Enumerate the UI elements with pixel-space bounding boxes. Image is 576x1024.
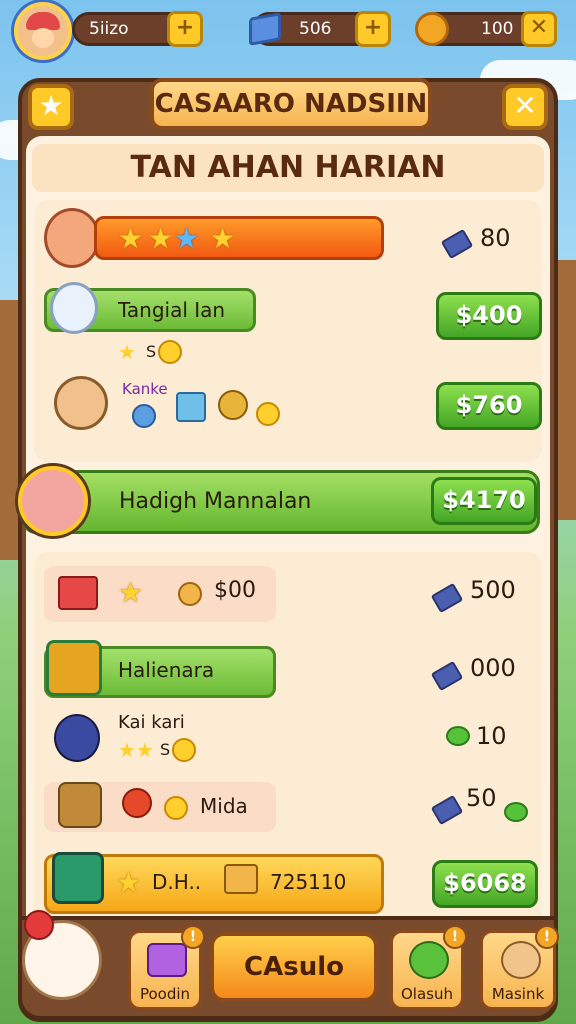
gem-icon bbox=[132, 404, 156, 428]
item-sublabel: S bbox=[146, 342, 157, 361]
add-resource-2-button[interactable]: + bbox=[355, 11, 391, 47]
highlight-label: Hadigh Mannalan bbox=[119, 489, 312, 514]
star-icon: ★ bbox=[116, 866, 142, 899]
bag-icon bbox=[178, 582, 202, 606]
reward-amount: 500 bbox=[470, 576, 516, 604]
camera-icon bbox=[52, 852, 104, 904]
inline-amount: $00 bbox=[214, 578, 256, 603]
list-item[interactable]: Tangial Ian ★ S $400 bbox=[34, 282, 542, 364]
star-icon: ★ bbox=[38, 89, 64, 122]
item-label: Kanke bbox=[122, 380, 168, 398]
calendar-icon bbox=[58, 576, 98, 610]
item-label: Mida bbox=[200, 794, 248, 818]
list-item[interactable]: Kai kari ★★ S 10 bbox=[34, 710, 542, 770]
mascot-character bbox=[22, 906, 102, 1006]
gem-icon bbox=[249, 12, 281, 46]
nav-masink-button[interactable]: ! Masink bbox=[480, 925, 559, 1010]
crate-icon bbox=[224, 864, 258, 894]
reward-amount: 80 bbox=[480, 224, 511, 252]
hero-avatar bbox=[18, 466, 88, 536]
buy-button[interactable]: $760 bbox=[436, 382, 542, 430]
coin-icon bbox=[158, 340, 182, 364]
list-item[interactable]: Halienara 000 bbox=[34, 640, 542, 700]
treasure-icon bbox=[46, 640, 102, 696]
star-icon: ★★ bbox=[118, 738, 154, 762]
panel-title: CASAARO NADSIIN bbox=[150, 78, 432, 130]
item-sublabel: S bbox=[160, 740, 171, 759]
player-avatar[interactable] bbox=[14, 2, 72, 60]
dog-icon bbox=[54, 376, 108, 430]
nav-label: Poodin bbox=[139, 985, 191, 1003]
notification-badge: ! bbox=[181, 925, 205, 949]
pickaxe-icon bbox=[430, 660, 464, 692]
buy-button[interactable]: $400 bbox=[436, 292, 542, 340]
close-icon: ✕ bbox=[513, 89, 537, 122]
resource-3-value: 100 bbox=[481, 19, 514, 39]
pickaxe-icon bbox=[430, 582, 464, 614]
character-icon bbox=[44, 208, 100, 268]
item-label-a: D.H.. bbox=[152, 870, 202, 894]
coin-icon bbox=[172, 738, 196, 762]
nav-label: Masink bbox=[491, 985, 545, 1003]
resource-bar-3: 100 ✕ bbox=[415, 11, 557, 47]
nav-label: Olasuh bbox=[401, 985, 453, 1003]
face-icon bbox=[32, 28, 54, 48]
box-icon bbox=[176, 392, 206, 422]
star-icon: ★ bbox=[118, 576, 144, 609]
gear-icon bbox=[218, 390, 248, 420]
list-item[interactable]: ★ ★ ★ ★ 80 bbox=[34, 208, 542, 268]
cat-icon bbox=[50, 282, 98, 334]
person-icon bbox=[54, 714, 100, 762]
list-item[interactable]: ★ $00 500 bbox=[34, 562, 542, 622]
add-resource-3-button[interactable]: ✕ bbox=[521, 11, 557, 47]
star-icon: ★ bbox=[210, 222, 236, 255]
list-item[interactable]: Kanke $760 bbox=[34, 376, 542, 436]
section-heading: TAN AHAN HARIAN bbox=[32, 144, 544, 192]
reward-amount: 10 bbox=[476, 722, 507, 750]
mushroom-icon bbox=[122, 788, 152, 818]
highlight-row[interactable]: Hadigh Mannalan $4170 bbox=[22, 470, 540, 534]
notification-badge: ! bbox=[443, 925, 467, 949]
book-icon bbox=[147, 943, 187, 977]
resource-1-value: 5iizo bbox=[89, 19, 129, 39]
star-icon: ★ bbox=[148, 222, 174, 255]
list-item[interactable]: ★ D.H.. 725110 $6068 bbox=[34, 852, 542, 914]
nav-olasuh-button[interactable]: ! Olasuh bbox=[390, 925, 467, 1010]
slime-icon bbox=[409, 941, 449, 979]
resource-bar-2: 506 + bbox=[249, 11, 391, 47]
resource-2-value: 506 bbox=[299, 19, 332, 39]
daily-section: ★ ★ ★ ★ 80 Tangial Ian ★ S $400 Kanke $7… bbox=[34, 200, 542, 462]
apple-icon bbox=[24, 910, 54, 940]
resource-bar-1: 5iizo + bbox=[72, 11, 203, 47]
favorite-button[interactable]: ★ bbox=[28, 84, 74, 130]
pickaxe-icon bbox=[440, 228, 474, 260]
list-item[interactable]: Mida 50 bbox=[34, 778, 542, 838]
reward-amount: 50 bbox=[466, 784, 497, 812]
leaf-icon bbox=[504, 802, 528, 822]
pet-icon bbox=[501, 941, 541, 979]
item-label: Kai kari bbox=[118, 712, 185, 733]
center-action-button[interactable]: CAsulo bbox=[210, 932, 378, 1002]
reward-amount: 000 bbox=[470, 654, 516, 682]
coin-icon bbox=[415, 12, 449, 46]
star-icon: ★ bbox=[118, 340, 136, 364]
main-panel: ★ CASAARO NADSIIN ✕ TAN AHAN HARIAN ★ ★ … bbox=[18, 78, 558, 1022]
item-label-b: 725110 bbox=[270, 870, 347, 894]
nav-poodin-button[interactable]: ! Poodin bbox=[128, 925, 205, 1010]
notification-badge: ! bbox=[535, 925, 559, 949]
star-icon: ★ bbox=[118, 222, 144, 255]
buy-button[interactable]: $6068 bbox=[432, 860, 538, 908]
leaf-icon bbox=[446, 726, 470, 746]
item-label: Tangial Ian bbox=[118, 298, 226, 322]
item-label: Halienara bbox=[118, 658, 215, 682]
close-button[interactable]: ✕ bbox=[502, 84, 548, 130]
coin-icon bbox=[256, 402, 280, 426]
add-resource-1-button[interactable]: + bbox=[167, 11, 203, 47]
top-bar: 5iizo + 506 + 100 ✕ bbox=[0, 0, 576, 64]
backpack-icon bbox=[58, 782, 102, 828]
coin-icon bbox=[164, 796, 188, 820]
star-icon: ★ bbox=[174, 222, 200, 255]
pickaxe-icon bbox=[430, 794, 464, 826]
highlight-buy-button[interactable]: $4170 bbox=[431, 477, 537, 525]
